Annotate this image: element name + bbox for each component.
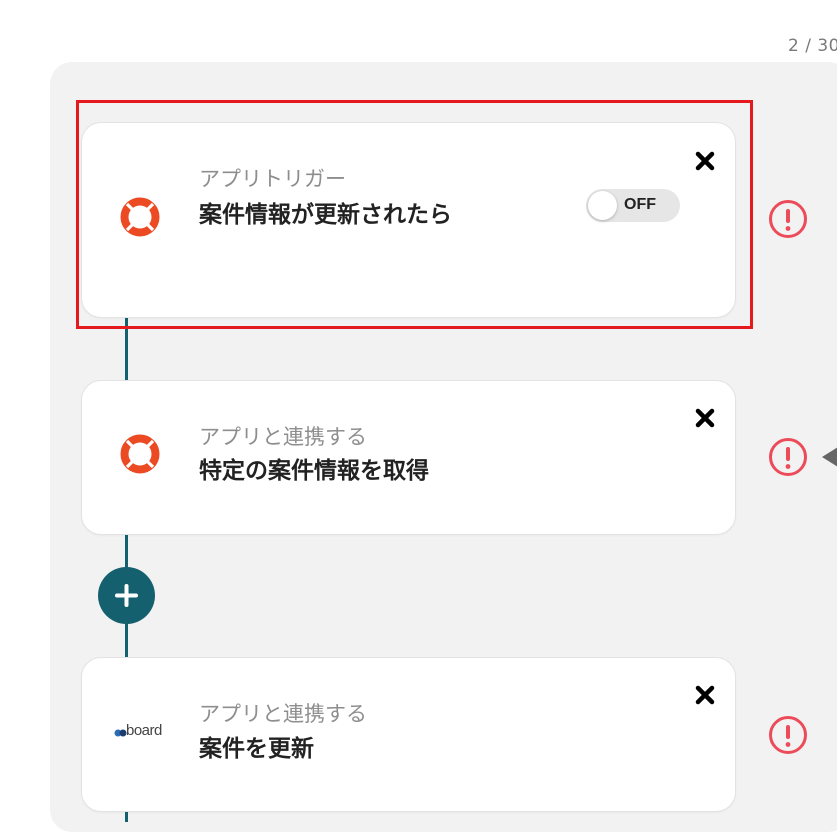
- step-kind-label: アプリと連携する: [199, 702, 367, 726]
- lifebuoy-icon: [120, 434, 160, 474]
- step-kind-label: アプリと連携する: [199, 425, 367, 449]
- page-counter: 2 / 30: [788, 36, 837, 56]
- flow-connector: [125, 812, 128, 822]
- alert-icon[interactable]: [768, 715, 808, 755]
- close-icon[interactable]: [692, 682, 718, 708]
- action-step-card[interactable]: board アプリと連携する 案件を更新: [81, 657, 736, 812]
- action-step-card[interactable]: アプリと連携する 特定の案件情報を取得: [81, 380, 736, 535]
- alert-icon[interactable]: [768, 199, 808, 239]
- board-logo: board: [114, 722, 174, 744]
- step-title: 特定の案件情報を取得: [199, 458, 429, 484]
- alert-icon[interactable]: [768, 437, 808, 477]
- plus-icon: [115, 584, 138, 607]
- close-icon[interactable]: [692, 405, 718, 431]
- tooltip-arrow: [822, 447, 837, 467]
- highlight-frame: [76, 100, 753, 329]
- step-title: 案件を更新: [199, 736, 314, 762]
- board-logo-text: board: [126, 722, 162, 739]
- add-step-button[interactable]: [98, 567, 155, 624]
